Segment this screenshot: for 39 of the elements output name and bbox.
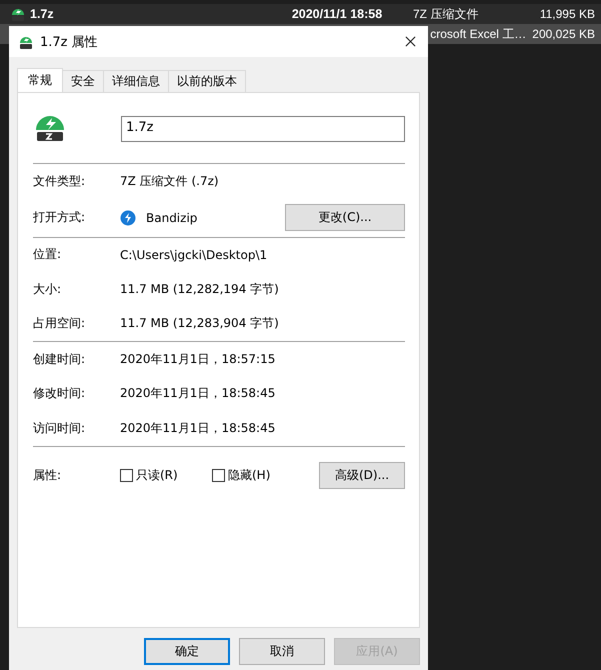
checkbox[interactable]: [212, 469, 225, 482]
archive-icon: [10, 6, 26, 22]
file-name-field[interactable]: 1.7z: [121, 116, 405, 142]
field-label: 文件类型:: [33, 172, 86, 190]
advanced-button[interactable]: 高级(D)...: [319, 462, 405, 489]
change-button[interactable]: 更改(C)...: [285, 204, 405, 231]
field-label: 占用空间:: [33, 315, 86, 332]
checkbox[interactable]: [120, 469, 133, 482]
field-value: 2020年11月1日，18:58:45: [120, 385, 276, 402]
tab[interactable]: 以前的版本: [168, 70, 246, 92]
file-type: 7Z 压缩文件: [412, 6, 480, 22]
file-size: 200,025 KB: [531, 27, 596, 41]
checkbox-label: 隐藏(H): [228, 467, 270, 484]
field-label: 大小:: [33, 280, 62, 298]
dialog-button[interactable]: 取消: [239, 638, 325, 665]
field-label: 访问时间:: [33, 420, 86, 437]
file-row[interactable]: 1.7z 2020/11/1 18:58 7Z 压缩文件 11,995 KB: [0, 4, 601, 24]
field-label: 属性:: [33, 467, 62, 484]
field-label: 打开方式:: [33, 209, 86, 226]
checkbox-label: 只读(R): [136, 467, 178, 484]
app-icon: [120, 210, 136, 226]
field-value: 7Z 压缩文件 (.7z): [120, 172, 219, 190]
field-label: 修改时间:: [33, 385, 86, 402]
field-label: 位置:: [33, 246, 62, 264]
file-name: 1.7z: [30, 7, 54, 21]
field-value: 2020年11月1日，18:57:15: [120, 350, 276, 368]
file-type: crosoft Excel 工…: [429, 26, 526, 42]
dialog-button[interactable]: 确定: [144, 638, 230, 665]
field-value: C:\Users\jgcki\Desktop\1: [120, 248, 268, 262]
file-size: 11,995 KB: [538, 7, 596, 21]
close-icon[interactable]: [405, 36, 416, 47]
field-value: 2020年11月1日，18:58:45: [120, 420, 276, 437]
field-value: 11.7 MB (12,282,194 字节): [120, 280, 279, 298]
tab[interactable]: 常规: [17, 68, 63, 92]
field-value: 11.7 MB (12,283,904 字节): [120, 315, 279, 332]
window-title: 1.7z 属性: [40, 34, 99, 50]
app-name: Bandizip: [146, 210, 198, 224]
field-label: 创建时间:: [33, 350, 86, 368]
file-date: 2020/11/1 18:58: [292, 7, 382, 21]
